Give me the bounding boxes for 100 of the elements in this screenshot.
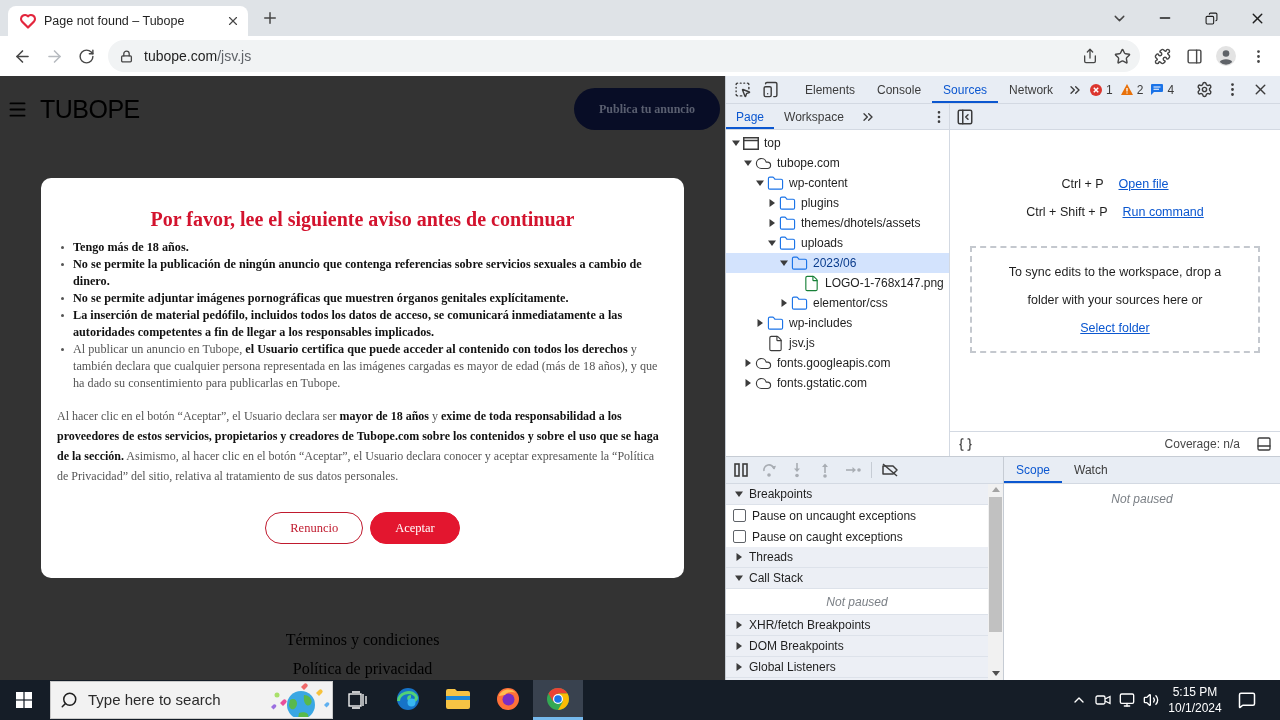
browser-tab[interactable]: Page not found – Tubope — [8, 6, 248, 36]
shortcut-keys: Ctrl + Shift + P — [1026, 202, 1108, 222]
tree-item[interactable]: wp-content — [726, 173, 949, 193]
search-bar[interactable]: Type here to search — [50, 681, 333, 719]
folder-icon — [446, 688, 470, 709]
notice-item: La inserción de material pedófilo, incluidos todos los datos de acceso, se comunicará inmediatamente a las autoridades competentes a fin de llegar a los responsables implicados. — [73, 307, 624, 341]
window-frame-icon — [743, 136, 759, 150]
caret-right-icon[interactable] — [768, 219, 776, 227]
deactivate-breakpoints-icon[interactable] — [881, 463, 899, 477]
drawer-toggle-icon[interactable] — [1256, 436, 1272, 452]
panel-tab[interactable]: Workspace — [774, 104, 854, 129]
pretty-print-icon[interactable] — [958, 436, 973, 452]
device-toolbar-icon[interactable] — [761, 81, 779, 98]
caret-down-icon[interactable] — [732, 139, 740, 147]
caret-right-icon[interactable] — [744, 359, 752, 367]
tree-item[interactable]: plugins — [726, 193, 949, 213]
taskbar-app[interactable] — [533, 680, 583, 720]
folder-icon — [767, 314, 784, 332]
panel-tab[interactable]: Page — [726, 104, 775, 129]
volume-icon[interactable] — [1143, 692, 1159, 708]
select-folder-link[interactable]: Select folder — [1080, 314, 1150, 342]
tree-item[interactable]: tubope.com — [726, 153, 949, 173]
tree-item[interactable]: 2023/06 — [726, 253, 949, 273]
start-menu-icon[interactable] — [16, 692, 32, 708]
folder-icon — [779, 194, 796, 212]
notice-item: Tengo más de 18 años. — [73, 239, 190, 256]
caret-right-icon[interactable] — [768, 199, 776, 207]
checkbox[interactable] — [733, 509, 746, 522]
tree-item[interactable]: elementor/css — [726, 293, 949, 313]
reload-icon[interactable] — [77, 47, 95, 65]
notice-item: No se permite la publicación de ningún anuncio que contenga referencias sobre servicios sexuales a cambio de dinero. — [73, 256, 643, 290]
caret-down-icon[interactable] — [756, 179, 764, 187]
heart-icon — [20, 13, 36, 29]
side-panel-icon[interactable] — [1185, 47, 1203, 65]
notice-paragraph: Al hacer clic en el botón “Aceptar”, el Usuario declara ser mayor de 18 años y exime de toda responsabilidad a los proveedores de estos servicios, propietarios y creadores de Tubope.com sobre los contenidos y sobre el uso que se haga de la sección. Asimismo, al hacer clic en el botón “Aceptar”, el Usuario declara conocer y aceptar expresamente la “Política de Privacidad” del sitio, relativa al tratamiento de sus datos personales. — [57, 408, 660, 485]
task-view-icon[interactable] — [348, 691, 368, 709]
bullet-icon — [61, 246, 64, 249]
tree-item[interactable]: top — [726, 133, 949, 153]
panel-tab[interactable]: Elements — [794, 76, 867, 103]
drop-hint-text: To sync edits to the workspace, drop a folder with your sources here or — [1007, 264, 1223, 309]
checkbox[interactable] — [733, 530, 746, 543]
tree-item[interactable]: LOGO-1-768x147.png — [726, 273, 949, 293]
network-icon[interactable] — [1119, 692, 1135, 708]
close-tab-icon[interactable] — [226, 14, 240, 28]
tree-item[interactable]: jsv.js — [726, 333, 949, 353]
share-icon[interactable] — [1082, 48, 1098, 64]
bookmark-star-icon[interactable] — [1113, 47, 1131, 65]
panel-tab[interactable]: Console — [866, 76, 933, 103]
caret-down-icon[interactable] — [768, 239, 776, 247]
scroll-down-icon[interactable] — [991, 671, 1000, 676]
tree-item[interactable]: fonts.gstatic.com — [726, 373, 949, 393]
lock-icon[interactable] — [120, 49, 133, 63]
caret-down-icon[interactable] — [744, 159, 752, 167]
caret-right-icon[interactable] — [780, 299, 788, 307]
settings-icon[interactable] — [1195, 81, 1213, 98]
accept-button[interactable]: Aceptar — [370, 512, 460, 544]
drop-zone[interactable]: To sync edits to the workspace, drop a folder with your sources here or Select folder — [970, 246, 1260, 353]
issue-counter[interactable]: 4 — [1147, 80, 1179, 99]
restore-icon[interactable] — [1204, 11, 1218, 25]
error-icon — [1090, 83, 1103, 96]
shortcut-link[interactable]: Run command — [1122, 202, 1204, 222]
clock-time[interactable]: 5:15 PM — [1172, 684, 1218, 700]
caret-right-icon[interactable] — [735, 642, 743, 650]
tree-item[interactable]: wp-includes — [726, 313, 949, 333]
clock-date[interactable]: 10/1/2024 — [1168, 700, 1222, 716]
notification-icon[interactable] — [1238, 691, 1256, 709]
caret-right-icon[interactable] — [756, 319, 764, 327]
search-icon — [60, 691, 78, 709]
tree-item[interactable]: uploads — [726, 233, 949, 253]
panel-tab[interactable]: Network — [998, 76, 1065, 103]
coverage-text: Coverage: n/a — [1164, 436, 1240, 453]
scrollbar[interactable] — [988, 484, 1003, 680]
caret-down-icon[interactable] — [735, 574, 743, 582]
shortcut-link[interactable]: Open file — [1118, 174, 1169, 194]
issue-counter[interactable]: 2 — [1116, 80, 1148, 99]
caret-right-icon[interactable] — [735, 553, 743, 561]
tree-item[interactable]: fonts.googleapis.com — [726, 353, 949, 373]
toggle-navigator-icon[interactable] — [956, 107, 974, 126]
inspect-element-icon[interactable] — [733, 81, 751, 98]
tree-item[interactable]: themes/dhotels/assets — [726, 213, 949, 233]
camera-icon[interactable] — [1095, 692, 1111, 708]
extensions-icon[interactable] — [1153, 47, 1171, 65]
caret-down-icon[interactable] — [735, 490, 743, 498]
caret-right-icon[interactable] — [735, 621, 743, 629]
address-bar[interactable]: tubope.com/jsv.js — [108, 40, 1140, 72]
panel-tab[interactable]: Scope — [1004, 457, 1063, 483]
caret-right-icon[interactable] — [735, 663, 743, 671]
bullet-icon — [61, 297, 64, 300]
pause-icon[interactable] — [734, 463, 748, 477]
issue-counter[interactable]: 1 — [1086, 80, 1117, 99]
folder-icon — [791, 254, 808, 272]
caret-down-icon[interactable] — [780, 259, 788, 267]
caret-right-icon[interactable] — [744, 379, 752, 387]
panel-tab[interactable]: Watch — [1062, 457, 1120, 483]
new-tab-icon[interactable] — [261, 9, 279, 27]
decline-button[interactable]: Renuncio — [265, 512, 364, 544]
profile-avatar-icon[interactable] — [1216, 46, 1236, 66]
search-input[interactable]: Type here to search — [88, 688, 258, 712]
scrollbar-thumb[interactable] — [989, 497, 1002, 632]
notice-item: No se permite adjuntar imágenes pornográficas que muestren órganos genitales explícitamente. — [73, 290, 570, 307]
